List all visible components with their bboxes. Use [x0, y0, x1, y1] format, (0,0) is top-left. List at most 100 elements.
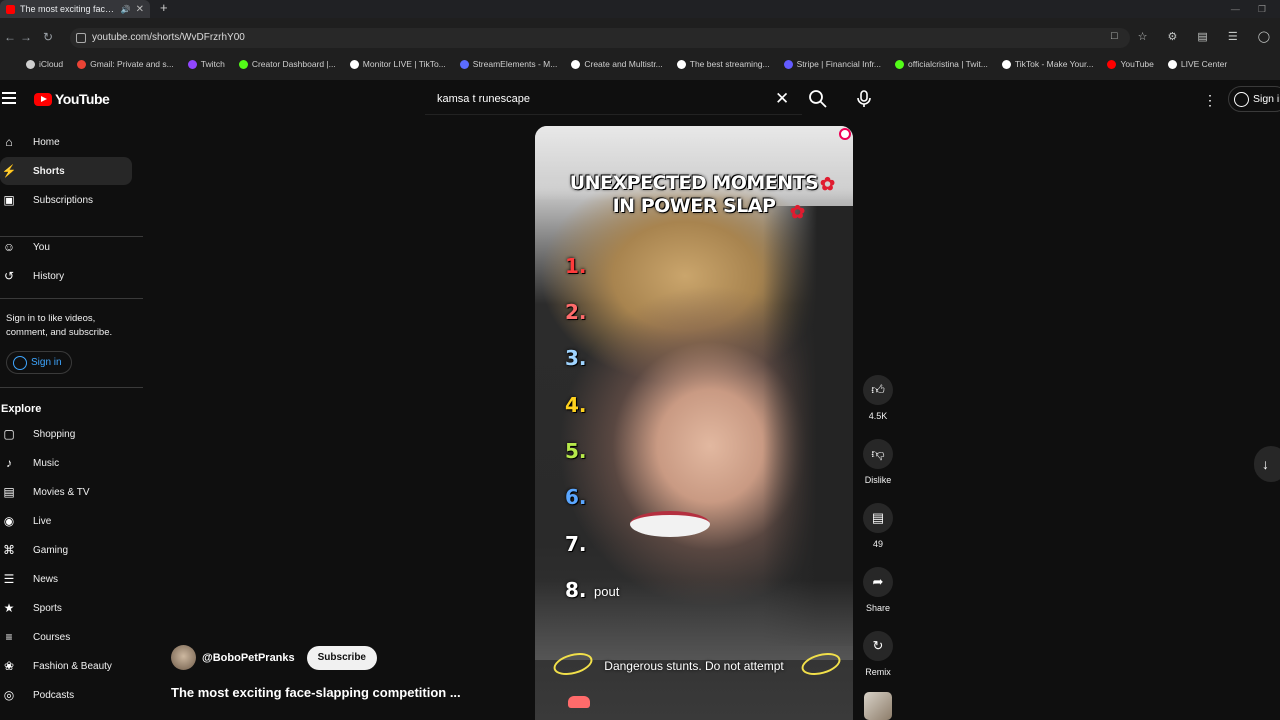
next-short-button[interactable]: ↓ — [1254, 446, 1280, 482]
share-button[interactable]: ➦ Share — [860, 567, 896, 613]
forward-arrow-icon[interactable]: → — [20, 30, 32, 44]
bookmark-item[interactable]: Twitch — [187, 59, 225, 69]
bookmark-favicon-icon — [1001, 59, 1011, 69]
bookmark-item[interactable]: YouTube — [1107, 59, 1154, 69]
anger-emoji-icon: ✿ — [790, 202, 806, 222]
bookmark-item[interactable]: Monitor LIVE | TikTo... — [349, 59, 446, 69]
more-options-icon[interactable]: ⋮ — [1203, 92, 1217, 109]
bookmark-item[interactable]: LIVE Center — [1167, 59, 1227, 69]
header-sign-in-button[interactable]: Sign in — [1228, 86, 1280, 112]
install-app-icon[interactable]: □ — [1111, 30, 1118, 43]
clear-search-icon[interactable]: ✕ — [775, 89, 789, 109]
shorts-icon: ⚡ — [1, 164, 17, 178]
bookmark-item[interactable]: Creator Dashboard |... — [238, 59, 336, 69]
bookmark-item[interactable]: TikTok - Make Your... — [1001, 59, 1093, 69]
url-text: youtube.com/shorts/WvDFrzrhY00 — [92, 32, 245, 43]
bookmark-star-icon[interactable]: ☆ — [1138, 30, 1148, 43]
dislike-button[interactable]: 👎︎ Dislike — [860, 439, 896, 485]
sidebar-sign-in-button[interactable]: Sign in — [6, 351, 72, 374]
sidebar-item-history[interactable]: ↺ History — [0, 262, 132, 290]
search-input[interactable]: kamsa t runescape — [437, 93, 530, 105]
sidebar-item-music[interactable]: ♪ Music — [0, 449, 132, 477]
bookmark-item[interactable]: iCloud — [26, 59, 63, 69]
fashion-icon: ❀ — [3, 659, 15, 673]
video-overlay-title: UNEXPECTED MOMENTS IN POWER SLAP — [535, 172, 853, 218]
video-title-line2: IN POWER SLAP — [612, 195, 776, 217]
sidebar-divider — [0, 298, 143, 299]
sidebar-divider — [0, 236, 143, 237]
like-button[interactable]: 👍︎ 4.5K — [860, 375, 896, 421]
bookmark-item[interactable]: Gmail: Private and s... — [77, 59, 174, 69]
sidebar-item-you[interactable]: ☺ You — [0, 233, 132, 261]
split-view-icon[interactable]: ▤ — [1197, 30, 1207, 43]
sidebar-item-fashion-beauty[interactable]: ❀ Fashion & Beauty — [0, 652, 132, 680]
search-icon[interactable] — [808, 89, 828, 109]
search-box[interactable]: kamsa t runescape ✕ — [425, 85, 802, 115]
sidebar-item-shorts[interactable]: ⚡ Shorts — [0, 157, 132, 185]
comments-button[interactable]: ▤ 49 — [860, 503, 896, 549]
share-arrow-icon: ➦ — [863, 567, 893, 597]
sidebar-item-sports[interactable]: ★ Sports — [0, 594, 132, 622]
bookmark-item[interactable]: The best streaming... — [676, 59, 770, 69]
sidebar-item-subscriptions[interactable]: ▣ Subscriptions — [0, 186, 132, 214]
bookmark-item[interactable]: StreamElements - M... — [459, 59, 558, 69]
sidebar-item-shopping[interactable]: ▢ Shopping — [0, 420, 132, 448]
media-control-icon[interactable]: ☰ — [1228, 30, 1238, 43]
reload-icon[interactable]: ↻ — [43, 30, 53, 44]
ranking-number: 2. — [565, 300, 587, 324]
microphone-icon[interactable] — [855, 89, 873, 109]
channel-row: @BoboPetPranks Subscribe — [171, 645, 377, 670]
bookmark-item[interactable]: Create and Multistr... — [571, 59, 663, 69]
sidebar-item-home[interactable]: ⌂ Home — [0, 128, 132, 156]
sidebar-item-podcasts[interactable]: ◎ Podcasts — [0, 681, 132, 709]
bookmark-favicon-icon — [77, 59, 87, 69]
sidebar-item-label: Sports — [33, 602, 62, 614]
speaker-icon[interactable]: 🔊 — [121, 5, 131, 14]
sidebar-item-news[interactable]: ☰ News — [0, 565, 132, 593]
bookmarks-bar: iCloud Gmail: Private and s... Twitch Creat… — [0, 56, 1280, 72]
channel-avatar[interactable] — [171, 645, 196, 670]
new-tab-button[interactable]: + — [160, 0, 168, 18]
sidebar-item-label: Shorts — [33, 165, 65, 177]
movies-icon: ▤ — [3, 485, 15, 499]
sidebar-item-label: Subscriptions — [33, 194, 94, 206]
address-bar[interactable]: youtube.com/shorts/WvDFrzrhY00 — [70, 28, 1130, 48]
bookmark-label: Creator Dashboard |... — [251, 59, 336, 69]
bookmark-label: StreamElements - M... — [472, 59, 558, 69]
short-title[interactable]: The most exciting face-slapping competit… — [171, 685, 461, 700]
sound-thumbnail[interactable] — [864, 692, 892, 720]
sidebar-item-live[interactable]: ◉ Live — [0, 507, 132, 535]
bookmark-favicon-icon — [1167, 59, 1177, 69]
bookmark-item[interactable]: Stripe | Financial Infr... — [783, 59, 881, 69]
thumbs-up-icon: 👍︎ — [863, 375, 893, 405]
youtube-logo[interactable]: YouTube — [34, 91, 110, 107]
tab-strip: The most exciting face-slap 🔊 ✕ + — ❐ — [0, 0, 1280, 18]
sidebar-item-label: Movies & TV — [33, 486, 90, 498]
menu-icon[interactable] — [2, 92, 16, 104]
sidebar-item-label: Gaming — [33, 544, 69, 556]
profile-icon[interactable]: ◯ — [1258, 30, 1270, 43]
warning-banner: Dangerous stunts. Do not attempt — [535, 646, 853, 686]
bookmark-item[interactable]: officialcristina | Twit... — [895, 59, 988, 69]
channel-handle[interactable]: @BoboPetPranks — [202, 652, 295, 664]
sidebar-item-courses[interactable]: ≡ Courses — [0, 623, 132, 651]
bookmark-label: YouTube — [1120, 59, 1154, 69]
close-tab-icon[interactable]: ✕ — [136, 4, 144, 15]
short-video-player[interactable]: UNEXPECTED MOMENTS IN POWER SLAP ✿ ✿ 1. 2… — [535, 126, 853, 720]
sidebar-item-gaming[interactable]: ⌘ Gaming — [0, 536, 132, 564]
ranking-number: 5. — [565, 439, 587, 463]
extensions-icon[interactable]: ⚙ — [1168, 30, 1178, 43]
remix-button[interactable]: ↻ Remix — [860, 631, 896, 677]
minimize-icon[interactable]: — — [1231, 4, 1240, 14]
subscribe-button[interactable]: Subscribe — [306, 645, 377, 670]
browser-tab-active[interactable]: The most exciting face-slap 🔊 ✕ — [0, 0, 150, 18]
sidebar-item-movies-tv[interactable]: ▤ Movies & TV — [0, 478, 132, 506]
share-label: Share — [865, 603, 891, 613]
site-info-icon[interactable] — [76, 33, 86, 43]
history-icon: ↺ — [3, 269, 15, 283]
sidebar-item-label: Home — [33, 136, 60, 148]
restore-icon[interactable]: ❐ — [1258, 4, 1266, 15]
toolbar-icons: □ ☆ ⚙ ▤ ☰ ◯ — [1111, 30, 1270, 43]
back-arrow-icon[interactable]: ← — [4, 30, 16, 44]
window-controls: — ❐ — [1231, 0, 1266, 18]
